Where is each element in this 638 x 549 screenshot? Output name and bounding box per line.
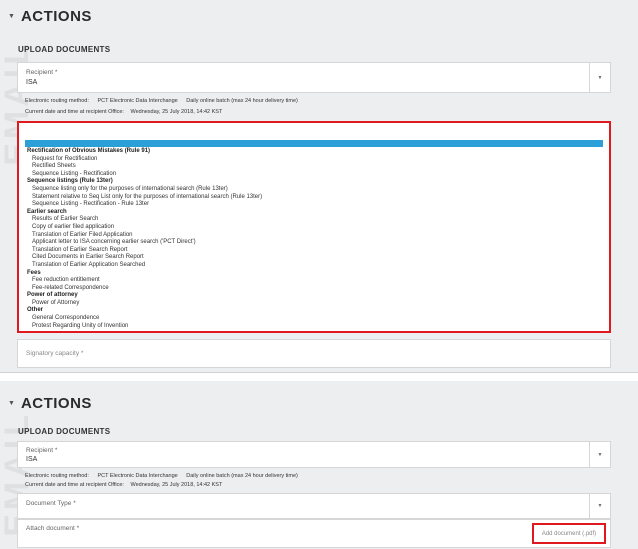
recipient-label: Recipient *	[26, 69, 58, 76]
routing-label: Electronic routing method:	[25, 473, 89, 479]
dropdown-option[interactable]: Sequence listing only for the purposes o…	[27, 186, 603, 194]
recipient-value: ISA	[26, 456, 38, 463]
recipient-value: ISA	[26, 79, 38, 86]
dropdown-option[interactable]: Applicant letter to ISA concerning earli…	[27, 239, 603, 247]
dropdown-option[interactable]: Sequence Listing - Rectification - Rule …	[27, 201, 603, 209]
dropdown-option[interactable]: Cited Documents in Earlier Search Report	[27, 254, 603, 262]
option-group-label: Rectification of Obvious Mistakes (Rule …	[27, 148, 151, 154]
option-group-label: Other	[27, 307, 44, 314]
selected-option-highlight[interactable]	[25, 140, 603, 147]
attach-document-label: Attach document *	[26, 525, 80, 532]
dropdown-option[interactable]: Request for Rectification	[27, 156, 603, 164]
dropdown-option[interactable]: Power of Attorney	[27, 300, 603, 308]
recipient-label: Recipient *	[26, 447, 58, 454]
datetime-value: Wednesday, 25 July 2018, 14:42 KST	[130, 482, 223, 488]
chevron-down-icon[interactable]: ▼	[589, 494, 610, 518]
dropdown-option[interactable]: Translation of Earlier Search Report	[27, 247, 603, 255]
recipient-select[interactable]: Recipient * ISA ▼	[17, 62, 611, 93]
signatory-capacity-field[interactable]: Signatory capacity *	[17, 339, 611, 368]
routing-batch: Daily online batch (max 24 hour delivery…	[186, 473, 298, 479]
dropdown-option[interactable]: Protest Regarding Unity of Invention	[27, 323, 603, 331]
dropdown-option[interactable]: Fee reduction entitlement	[27, 277, 603, 285]
routing-info: Electronic routing method: PCT Electroni…	[25, 473, 298, 479]
datetime-info: Current date and time at recipient Offic…	[25, 109, 222, 115]
chevron-down-icon[interactable]: ▼	[589, 442, 610, 467]
dropdown-option[interactable]: General Correspondence	[27, 315, 603, 323]
caret-down-icon[interactable]: ▼	[8, 400, 15, 407]
add-document-button[interactable]: Add document (.pdf)	[532, 523, 606, 544]
attach-document-field[interactable]: Attach document * Add document (.pdf)	[17, 519, 611, 548]
section-header[interactable]: ▼ ACTIONS	[8, 395, 92, 412]
option-group-label: Sequence listings (Rule 13ter)	[27, 178, 113, 185]
chevron-down-icon[interactable]: ▼	[589, 63, 610, 92]
option-group-label: Fees	[27, 269, 41, 276]
caret-down-icon[interactable]: ▼	[8, 13, 15, 20]
dropdown-option[interactable]: Copy of earlier filed application	[27, 224, 603, 232]
dropdown-option[interactable]: Statement relative to Seq List only for …	[27, 194, 603, 202]
routing-method: PCT Electronic Data Interchange	[97, 473, 178, 479]
section-header[interactable]: ▼ ACTIONS	[8, 8, 92, 25]
document-type-dropdown-list[interactable]: Rectification of Obvious Mistakes (Rule …	[17, 121, 611, 333]
option-group-label: Power of attorney	[27, 292, 78, 299]
datetime-info: Current date and time at recipient Offic…	[25, 482, 222, 488]
dropdown-options: Rectification of Obvious Mistakes (Rule …	[27, 148, 603, 330]
dropdown-option[interactable]: Rectified Sheets	[27, 163, 603, 171]
dropdown-option[interactable]: Translation of Earlier Filed Application	[27, 232, 603, 240]
upload-documents-title: UPLOAD DOCUMENTS	[18, 427, 111, 436]
datetime-value: Wednesday, 25 July 2018, 14:42 KST	[130, 109, 223, 115]
document-type-label: Document Type *	[26, 500, 76, 507]
dropdown-option[interactable]: Translation of Earlier Application Searc…	[27, 262, 603, 270]
actions-panel-bottom: EMAIL ▼ ACTIONS UPLOAD DOCUMENTS Recipie…	[0, 381, 638, 549]
section-title: ACTIONS	[20, 395, 92, 412]
recipient-select[interactable]: Recipient * ISA ▼	[17, 441, 611, 468]
routing-batch: Daily online batch (max 24 hour delivery…	[186, 98, 298, 104]
upload-documents-title: UPLOAD DOCUMENTS	[18, 45, 111, 54]
section-title: ACTIONS	[20, 8, 92, 25]
dropdown-option[interactable]: Sequence Listing - Rectification	[27, 171, 603, 179]
datetime-label: Current date and time at recipient Offic…	[25, 482, 124, 488]
option-group-label: Earlier search	[27, 208, 67, 215]
dropdown-option[interactable]: Results of Earlier Search	[27, 216, 603, 224]
actions-panel-top: EMAIL ▼ ACTIONS UPLOAD DOCUMENTS Recipie…	[0, 0, 638, 372]
routing-label: Electronic routing method:	[25, 98, 89, 104]
dropdown-option[interactable]: Fee-related Correspondence	[27, 285, 603, 293]
signatory-capacity-label: Signatory capacity *	[26, 350, 84, 357]
datetime-label: Current date and time at recipient Offic…	[25, 109, 124, 115]
routing-info: Electronic routing method: PCT Electroni…	[25, 98, 298, 104]
routing-method: PCT Electronic Data Interchange	[97, 98, 178, 104]
document-type-select[interactable]: Document Type * ▼	[17, 493, 611, 519]
